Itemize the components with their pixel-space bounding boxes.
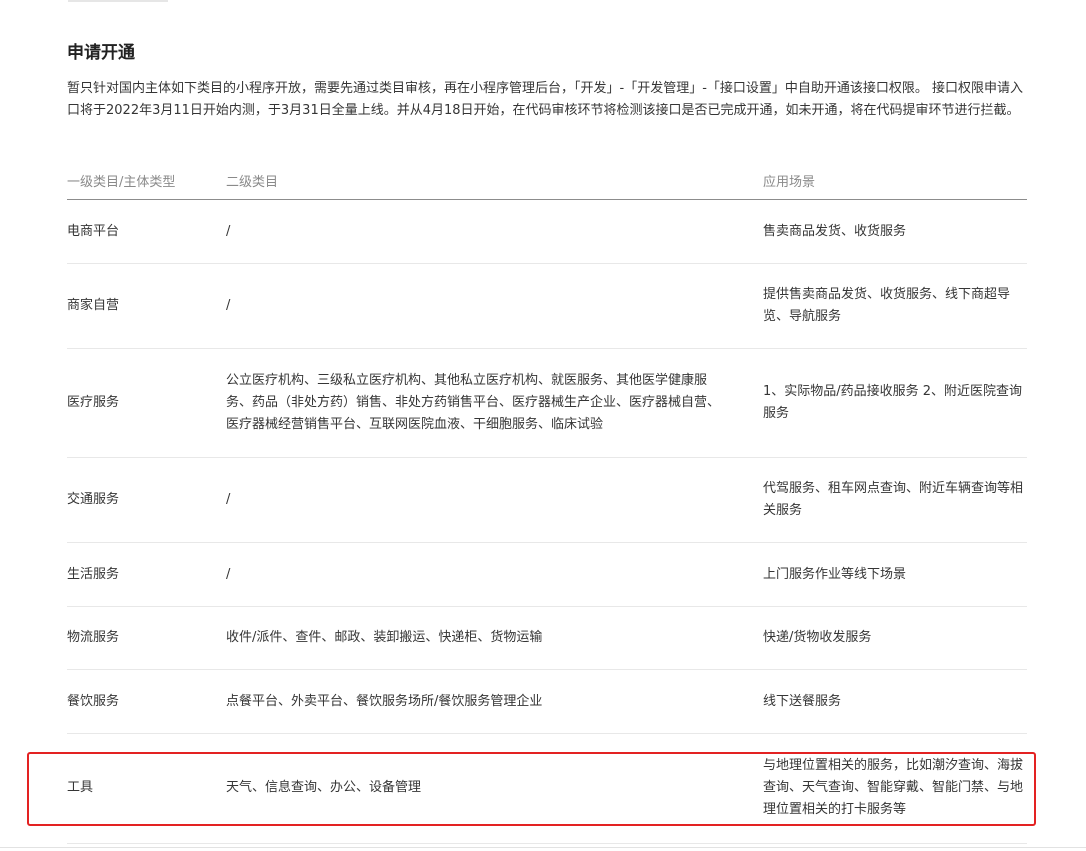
table-row: 交通服务 / 代驾服务、租车网点查询、附近车辆查询等相关服务 (67, 458, 1027, 543)
row-primary: 餐饮服务 (67, 693, 120, 709)
row-primary: 电商平台 (67, 223, 120, 239)
row-scenario: 上门服务作业等线下场景 (763, 566, 907, 582)
section-title: 申请开通 (67, 43, 135, 63)
table-row: 商家自营 / 提供售卖商品发货、收货服务、线下商超导览、导航服务 (67, 264, 1027, 349)
row-scenario: 代驾服务、租车网点查询、附近车辆查询等相关服务 (763, 481, 1024, 518)
row-primary: 商家自营 (67, 298, 120, 313)
table-row: 餐饮服务 点餐平台、外卖平台、餐饮服务场所/餐饮服务管理企业 线下送餐服务 (67, 670, 1027, 734)
row-scenario: 售卖商品发货、收货服务 (763, 223, 907, 239)
top-divider (68, 0, 168, 2)
row-scenario: 快递/货物收发服务 (763, 630, 872, 645)
row-scenario: 线下送餐服务 (763, 693, 842, 709)
row-primary: 医疗服务 (67, 395, 120, 410)
row-secondary: / (226, 492, 231, 507)
table-row: 物流服务 收件/派件、查件、邮政、装卸搬运、快递柜、货物运输 快递/货物收发服务 (67, 607, 1027, 670)
table-row: 医疗服务 公立医疗机构、三级私立医疗机构、其他私立医疗机构、就医服务、其他医学健… (67, 349, 1027, 458)
row-secondary: / (226, 223, 231, 239)
header-primary-category: 一级类目/主体类型 (67, 175, 176, 190)
row-secondary: 收件/派件、查件、邮政、装卸搬运、快递柜、货物运输 (226, 630, 543, 645)
row-primary: 物流服务 (67, 630, 120, 645)
table-header: 一级类目/主体类型 二级类目 应用场景 (67, 160, 1027, 200)
header-scenario: 应用场景 (763, 175, 816, 190)
table-row: 生活服务 / 上门服务作业等线下场景 (67, 543, 1027, 607)
table-row: 电商平台 / 售卖商品发货、收货服务 (67, 200, 1027, 264)
row-scenario: 提供售卖商品发货、收货服务、线下商超导览、导航服务 (763, 287, 1011, 324)
row-secondary: 公立医疗机构、三级私立医疗机构、其他私立医疗机构、就医服务、其他医学健康服务、药… (226, 373, 721, 432)
row-primary: 交通服务 (67, 492, 120, 507)
row-primary: 生活服务 (67, 566, 120, 582)
header-secondary-category: 二级类目 (226, 175, 279, 190)
section-description: 暂只针对国内主体如下类目的小程序开放，需要先通过类目审核，再在小程序管理后台，「… (67, 81, 1024, 118)
row-scenario: 1、实际物品/药品接收服务 2、附近医院查询服务 (763, 384, 1023, 421)
row-secondary: 点餐平台、外卖平台、餐饮服务场所/餐饮服务管理企业 (226, 693, 543, 709)
bottom-divider (0, 847, 1086, 848)
category-table: 一级类目/主体类型 二级类目 应用场景 电商平台 / 售卖商品发货、收货服务 商… (67, 160, 1027, 844)
row-secondary: / (226, 298, 231, 313)
page: 申请开通 暂只针对国内主体如下类目的小程序开放，需要先通过类目审核，再在小程序管… (0, 0, 1086, 851)
highlight-box (27, 752, 1036, 826)
row-secondary: / (226, 566, 231, 582)
